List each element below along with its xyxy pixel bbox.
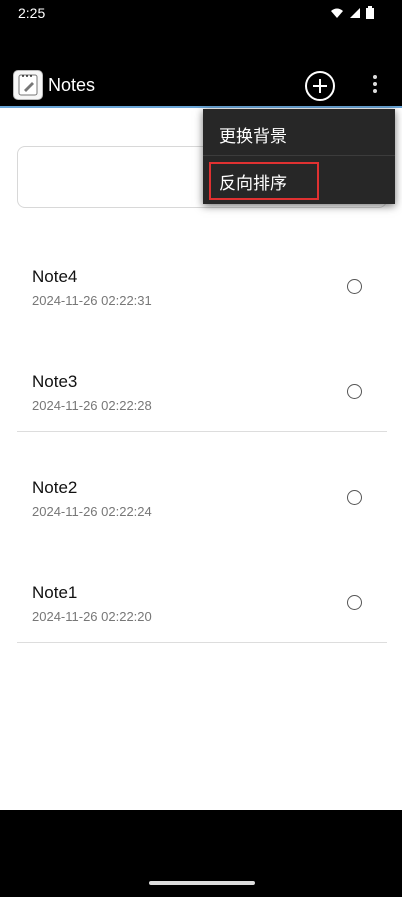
note-timestamp: 2024-11-26 02:22:28: [32, 398, 152, 413]
note-select-radio[interactable]: [347, 279, 362, 294]
battery-icon: [366, 6, 374, 19]
wifi-icon: [331, 8, 343, 18]
add-note-button[interactable]: [305, 71, 335, 101]
more-vertical-icon: [373, 75, 377, 79]
note-title: Note1: [32, 583, 78, 602]
list-divider: [17, 431, 387, 432]
app-title: Notes: [48, 75, 96, 95]
menu-item-label: 更换背景: [219, 127, 287, 146]
overflow-menu: 更换背景 反向排序: [203, 109, 395, 204]
note-select-radio[interactable]: [347, 490, 362, 505]
overflow-menu-button[interactable]: [366, 71, 384, 99]
list-item-note1[interactable]: Note1 2024-11-26 02:22:20: [17, 556, 387, 661]
note-title: Note4: [32, 267, 78, 286]
note-select-radio[interactable]: [347, 595, 362, 610]
signal-icon: [350, 7, 360, 18]
note-timestamp: 2024-11-26 02:22:20: [32, 609, 152, 624]
more-vertical-dot: [373, 89, 377, 93]
note-timestamp: 2024-11-26 02:22:31: [32, 293, 152, 308]
notes-content: Note4 2024-11-26 02:22:31 Note3 2024-11-…: [0, 108, 402, 810]
notepad-icon: [13, 70, 43, 100]
home-indicator[interactable]: [149, 881, 255, 885]
note-timestamp: 2024-11-26 02:22:24: [32, 504, 152, 519]
reverse-sort-highlight: [209, 162, 319, 200]
list-divider: [17, 642, 387, 643]
status-bar: 2:25: [0, 0, 402, 28]
note-title: Note3: [32, 372, 78, 391]
list-item-note3[interactable]: Note3 2024-11-26 02:22:28: [17, 345, 387, 450]
note-title: Note2: [32, 478, 78, 497]
note-select-radio[interactable]: [347, 384, 362, 399]
list-item-note4[interactable]: Note4 2024-11-26 02:22:31: [17, 240, 387, 345]
list-item-note2[interactable]: Note2 2024-11-26 02:22:24: [17, 451, 387, 556]
status-icons: [330, 6, 374, 19]
more-vertical-dot: [373, 82, 377, 86]
menu-item-change-background[interactable]: 更换背景: [203, 109, 395, 156]
status-time: 2:25: [18, 5, 46, 21]
